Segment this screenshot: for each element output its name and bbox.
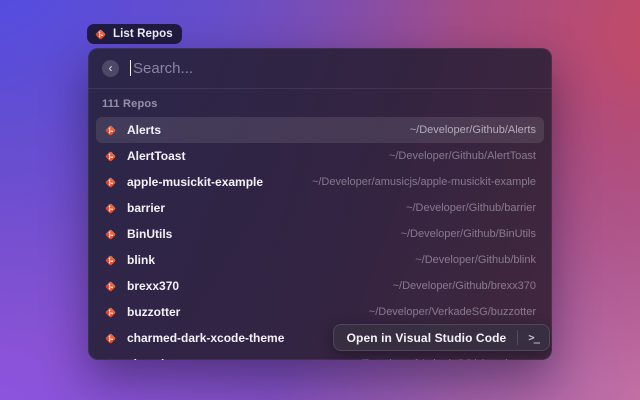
repo-name: chaseimport (127, 357, 198, 360)
launcher-window: ‹ 111 Repos Alerts ~/Developer/Github/Al… (88, 48, 552, 360)
back-button[interactable]: ‹ (102, 60, 119, 77)
text-caret (130, 60, 131, 76)
list-item[interactable]: brexx370 ~/Developer/Github/brexx370 (96, 273, 544, 299)
search-bar: ‹ (88, 48, 552, 88)
git-repo-icon (104, 124, 117, 137)
chevron-left-icon: ‹ (109, 62, 113, 74)
open-in-vscode-button[interactable]: Open in Visual Studio Code >_ (333, 324, 550, 351)
section-header: 111 Repos (96, 93, 544, 117)
list-item[interactable]: chaseimport ~/Developer/VerkadeSG/chasei… (96, 351, 544, 360)
git-repo-icon (94, 28, 107, 41)
repo-name: blink (127, 253, 155, 267)
git-repo-icon (104, 358, 117, 361)
breadcrumb: List Repos (87, 24, 182, 44)
repo-name: barrier (127, 201, 165, 215)
search-field (130, 60, 538, 77)
git-repo-icon (104, 280, 117, 293)
repo-name: buzzotter (127, 305, 180, 319)
repo-path: ~/Developer/Github/BinUtils (389, 228, 536, 240)
repo-path: ~/Developer/VerkadeSG/buzzotter (357, 306, 536, 318)
search-input[interactable] (130, 60, 538, 77)
repo-name: charmed-dark-xcode-theme (127, 331, 284, 345)
git-repo-icon (104, 306, 117, 319)
repo-name: brexx370 (127, 279, 179, 293)
git-repo-icon (104, 332, 117, 345)
list-item[interactable]: apple-musickit-example ~/Developer/amusi… (96, 169, 544, 195)
git-repo-icon (104, 254, 117, 267)
list-item[interactable]: Alerts ~/Developer/Github/Alerts (96, 117, 544, 143)
git-repo-icon (104, 150, 117, 163)
list-item[interactable]: blink ~/Developer/Github/blink (96, 247, 544, 273)
repo-path: ~/Developer/Github/AlertToast (377, 150, 536, 162)
git-repo-icon (104, 176, 117, 189)
list-item[interactable]: BinUtils ~/Developer/Github/BinUtils (96, 221, 544, 247)
action-label: Open in Visual Studio Code (347, 331, 507, 345)
action-separator (517, 330, 518, 345)
list-item[interactable]: AlertToast ~/Developer/Github/AlertToast (96, 143, 544, 169)
git-repo-icon (104, 202, 117, 215)
git-repo-icon (104, 228, 117, 241)
terminal-key-hint-icon: >_ (525, 332, 545, 344)
repo-path: ~/Developer/VerkadeSG/chaseimport (342, 358, 536, 360)
repo-name: Alerts (127, 123, 161, 137)
repo-path: ~/Developer/Github/Alerts (398, 124, 536, 136)
list-item[interactable]: barrier ~/Developer/Github/barrier (96, 195, 544, 221)
repo-path: ~/Developer/Github/blink (403, 254, 536, 266)
repo-name: BinUtils (127, 227, 172, 241)
repo-path: ~/Developer/Github/brexx370 (381, 280, 536, 292)
breadcrumb-label: List Repos (113, 28, 173, 40)
repo-list: 111 Repos Alerts ~/Developer/Github/Aler… (88, 89, 552, 360)
repo-path: ~/Developer/Github/barrier (394, 202, 536, 214)
repo-name: apple-musickit-example (127, 175, 263, 189)
repo-name: AlertToast (127, 149, 185, 163)
list-item[interactable]: buzzotter ~/Developer/VerkadeSG/buzzotte… (96, 299, 544, 325)
repo-path: ~/Developer/amusicjs/apple-musickit-exam… (300, 176, 536, 188)
